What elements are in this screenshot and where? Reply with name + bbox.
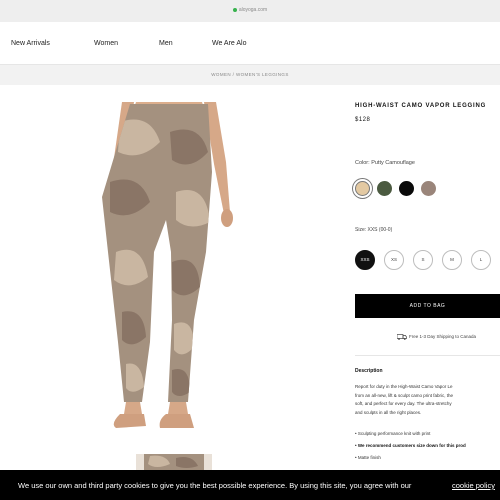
nav-women[interactable]: Women — [94, 40, 118, 47]
size-l[interactable]: L — [471, 250, 491, 270]
product-image-secondary[interactable] — [136, 454, 212, 470]
product-title: HIGH-WAIST CAMO VAPOR LEGGING — [355, 103, 487, 109]
swatch-olive[interactable] — [377, 181, 392, 196]
shipping-note: Free 1-3 Day Shipping to Canada — [397, 334, 476, 340]
description-line: and sculpts in all the right places. — [355, 409, 422, 415]
description-line: soft, and perfect for every day. The ult… — [355, 401, 452, 406]
truck-icon — [397, 334, 407, 340]
size-s[interactable]: S — [413, 250, 433, 270]
size-xs[interactable]: XS — [384, 250, 404, 270]
size-m[interactable]: M — [442, 250, 462, 270]
description-divider — [355, 355, 500, 356]
description-heading: Description — [355, 368, 383, 374]
url-text: aloyoga.com — [238, 7, 268, 13]
nav-new-arrivals[interactable]: New Arrivals — [11, 40, 50, 47]
main-nav: New Arrivals Women Men We Are Alo — [0, 22, 500, 65]
product-price: $128 — [355, 117, 371, 123]
swatch-black[interactable] — [399, 181, 414, 196]
shipping-text: Free 1-3 Day Shipping to Canada — [409, 334, 477, 340]
lock-icon — [232, 7, 237, 12]
product-image[interactable] — [80, 102, 248, 438]
nav-men[interactable]: Men — [159, 40, 173, 47]
swatch-putty-camouflage[interactable] — [355, 181, 370, 196]
url-bar[interactable]: aloyoga.com — [0, 7, 500, 13]
breadcrumb: WOMEN / WOMEN'S LEGGINGS — [0, 65, 500, 85]
browser-bar: aloyoga.com — [0, 0, 500, 22]
swatch-taupe[interactable] — [421, 181, 436, 196]
cookie-banner: We use our own and third party cookies t… — [0, 470, 500, 500]
cookie-policy-link[interactable]: cookie policy — [452, 481, 495, 490]
color-label: Color: Putty Camouflage — [355, 160, 415, 166]
feature-bullet-recommendation: • We recommend customers size down for t… — [355, 443, 466, 448]
size-xxs[interactable]: XXS — [355, 250, 375, 270]
legging-thumbnail — [144, 454, 204, 470]
description-line: Report for duty in the High-Waist Camo V… — [355, 384, 453, 389]
nav-we-are-alo[interactable]: We Are Alo — [212, 40, 247, 47]
breadcrumb-text[interactable]: WOMEN / WOMEN'S LEGGINGS — [0, 72, 500, 77]
description-text: Report for duty in the High-Waist Camo V… — [355, 383, 500, 417]
description-line: from an all-new, lift & sculpt camo prin… — [355, 392, 454, 398]
size-label: Size: XXS (00-0) — [355, 227, 393, 233]
feature-bullet: • Sculpting performance knit with print — [355, 431, 431, 436]
feature-bullet: • Matte finish — [355, 455, 381, 460]
cookie-message: We use our own and third party cookies t… — [18, 481, 412, 490]
add-to-bag-button[interactable]: ADD TO BAG — [355, 294, 500, 318]
